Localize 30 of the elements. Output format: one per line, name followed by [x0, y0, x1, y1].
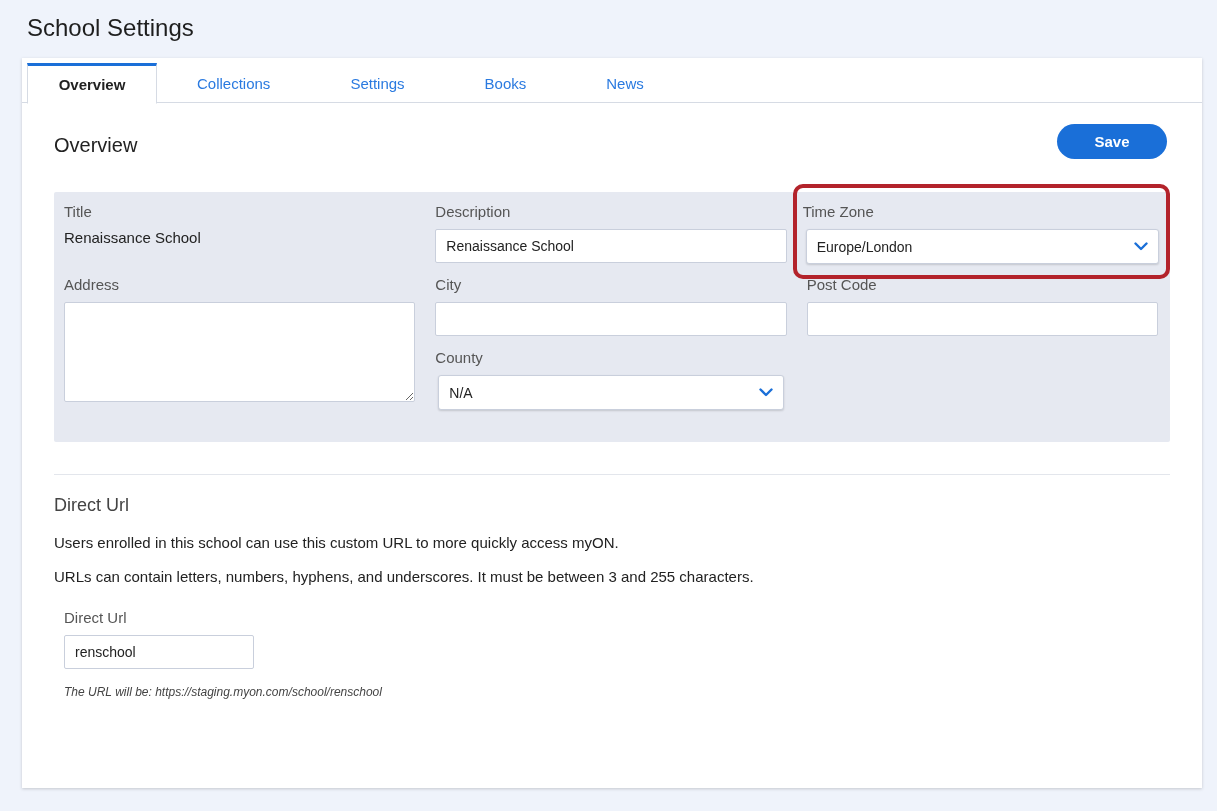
- section-title: Overview: [54, 133, 138, 157]
- field-value: Renaissance School: [64, 229, 202, 246]
- input-field[interactable]: Renaissance School: [435, 229, 787, 263]
- tab[interactable]: News: [566, 63, 684, 103]
- tab[interactable]: Overview: [27, 63, 157, 104]
- save-button[interactable]: Save: [1057, 123, 1167, 159]
- field-label: Time Zone: [802, 202, 875, 221]
- chevron-down-icon: [758, 388, 773, 397]
- input-field[interactable]: [806, 302, 1158, 336]
- paragraph: URLs can contain letters, numbers, hyphens, and underscores. It must be between 3 and 255 characters.: [54, 568, 755, 585]
- page-title: School Settings: [27, 13, 195, 43]
- field-label: Title: [64, 202, 93, 221]
- field-label: County: [435, 348, 484, 367]
- input-field[interactable]: [435, 302, 787, 336]
- field-label: Description: [435, 202, 512, 221]
- field-label: Post Code: [806, 275, 878, 294]
- url-hint: The URL will be: https://staging.myon.com/school/renschool: [64, 685, 382, 699]
- field-label: City: [435, 275, 463, 294]
- section-heading: Direct Url: [54, 495, 130, 516]
- field-label: Direct Url: [64, 608, 127, 627]
- chevron-down-icon: [1134, 242, 1148, 251]
- tab[interactable]: Collections: [157, 63, 311, 103]
- paragraph: Users enrolled in this school can use this custom URL to more quickly access myON.: [54, 534, 620, 551]
- text-area[interactable]: [64, 302, 416, 402]
- field-label: Address: [64, 275, 121, 294]
- dropdown[interactable]: N/A: [438, 375, 784, 410]
- tab[interactable]: Settings: [310, 63, 445, 103]
- input-field[interactable]: renschool: [64, 635, 254, 669]
- tab[interactable]: Books: [444, 63, 567, 103]
- dropdown[interactable]: Europe/London: [805, 229, 1159, 264]
